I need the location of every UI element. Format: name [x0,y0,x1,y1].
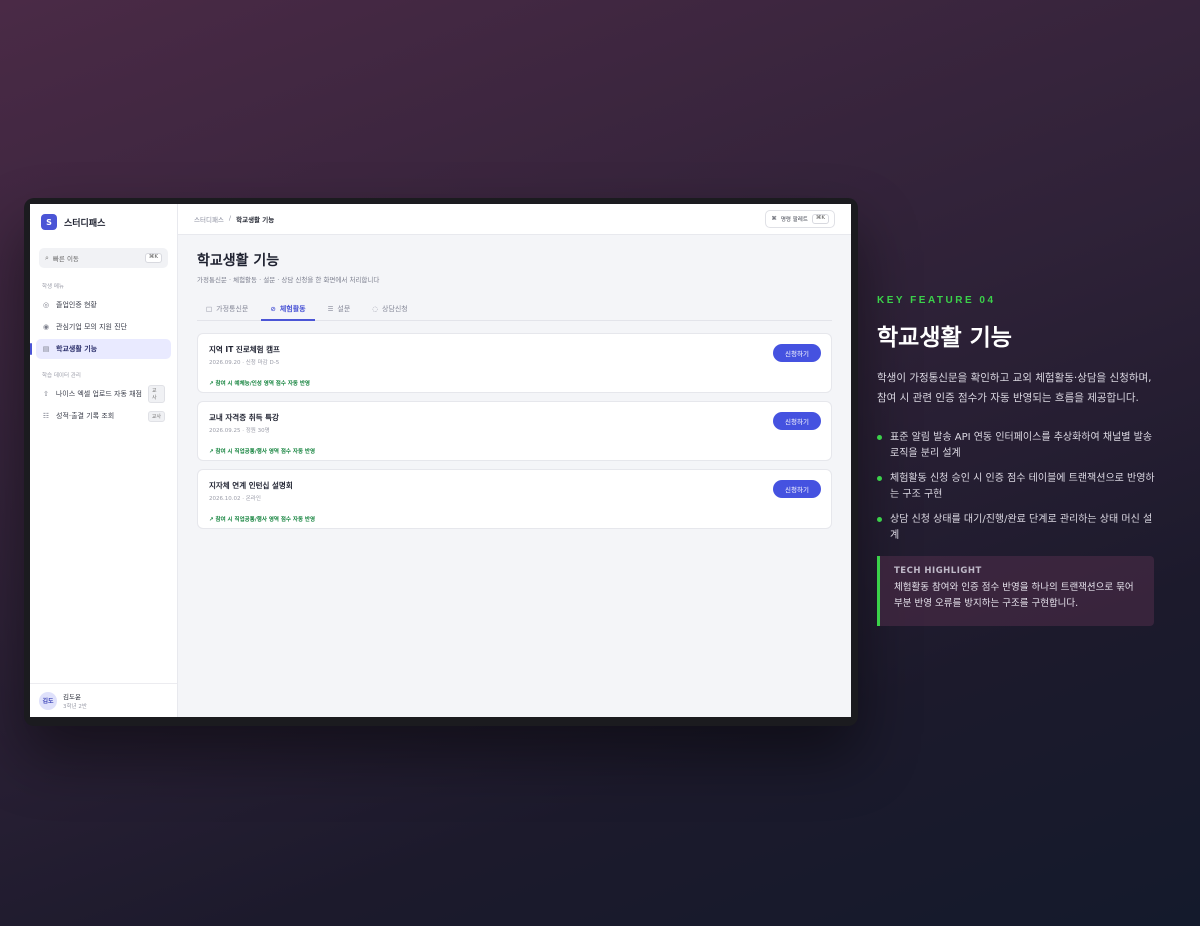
sidebar-item-label: 학교생활 기능 [56,345,98,353]
sidebar-item-neis-upload[interactable]: ⇧ 나이스 엑셀 업로드 자동 채점 교사 [36,384,171,404]
user-profile[interactable]: 김도 김도윤 3학년 2반 [30,683,177,717]
main-panel: 스터디패스 / 학교생활 기능 ⌘ 명령 팔레트 ⌘K 학교생활 기능 가정통신… [178,204,851,717]
tab-counseling[interactable]: ◌ 상담신청 [363,300,416,320]
feature-description: 학생이 가정통신문을 확인하고 교외 체험활동·상담을 신청하며, 참여 시 관… [877,372,1152,404]
avatar: 김도 [39,691,57,710]
sidebar-item-records[interactable]: ☷ 성적·출결 기록 조회 교사 [36,406,171,426]
user-name: 김도윤 [63,693,81,701]
activity-bonus-note: ↗ 참여 시 직업공통/행사 영역 점수 자동 반영 [209,517,316,523]
activity-bonus-note: ↗ 참여 시 직업공통/행사 영역 점수 자동 반영 [209,449,316,455]
check-circle-icon: ⊘ [270,305,276,313]
brand-name: 스터디패스 [64,218,106,229]
feature-bullet: 표준 알림 발송 API 연동 인터페이스를 추상화하여 채널별 발송 로직을 … [877,430,1157,462]
activity-card: 교내 자격증 취득 특강 2026.09.25 · 정원 30명 ↗ 참여 시 … [197,401,832,461]
app-screen: S 스터디패스 ⌕ 빠른 이동 ⌘K 학생 메뉴 ◎ 졸업인증 현황 ◉ 관심기… [30,204,851,717]
sidebar-item-company-diagnosis[interactable]: ◉ 관심기업 모의 지원 진단 [36,317,171,337]
tab-bar: □ 가정통신문 ⊘ 체험활동 ☰ 설문 ◌ 상담신청 [197,300,832,321]
apply-button[interactable]: 신청하기 [773,480,821,498]
teacher-badge: 교사 [148,385,165,403]
activity-title: 지역 IT 진로체험 캠프 [209,345,280,354]
breadcrumb: 스터디패스 / 학교생활 기능 [194,214,274,224]
command-icon: ⌘ [771,216,777,222]
folder-icon: □ [206,305,213,313]
quick-search-placeholder: 빠른 이동 [52,255,79,263]
clipboard-icon: ☷ [42,412,50,420]
breadcrumb-separator: / [228,214,232,222]
activity-card: 지자체 연계 인턴십 설명회 2026.10.02 · 온라인 ↗ 참여 시 직… [197,469,832,529]
topbar: 스터디패스 / 학교생활 기능 ⌘ 명령 팔레트 ⌘K [178,204,851,235]
tech-highlight: TECH HIGHLIGHT 체험활동 참여와 인증 점수 반영을 하나의 트랜… [877,556,1154,626]
page-title: 학교생활 기능 [197,253,280,269]
activity-meta: 2026.09.20 · 신청 마감 D-5 [209,360,280,366]
tab-label: 가정통신문 [216,305,249,313]
sidebar-item-graduation[interactable]: ◎ 졸업인증 현황 [36,295,171,315]
search-icon: ⌕ [45,253,49,262]
laptop-frame: S 스터디패스 ⌕ 빠른 이동 ⌘K 학생 메뉴 ◎ 졸업인증 현황 ◉ 관심기… [24,198,858,726]
breadcrumb-current: 학교생활 기능 [236,216,275,224]
activity-bonus-note: ↗ 참여 시 예체능/인성 영역 점수 자동 반영 [209,381,310,387]
feature-kicker: KEY FEATURE 04 [877,295,996,306]
tech-highlight-body: 체험활동 참여와 인증 점수 반영을 하나의 트랜잭션으로 묶어 부분 반영 오… [894,582,1134,609]
activity-card: 지역 IT 진로체험 캠프 2026.09.20 · 신청 마감 D-5 ↗ 참… [197,333,832,393]
sidebar-section-data: 학습 데이터 관리 [42,373,81,379]
apply-button[interactable]: 신청하기 [773,412,821,430]
feature-bullet: 체험활동 신청 승인 시 인증 점수 테이블에 트랜잭션으로 반영하는 구조 구… [877,471,1157,503]
feature-bullet: 상담 신청 상태를 대기/진행/완료 단계로 관리하는 상태 머신 설계 [877,512,1157,544]
page-content: 학교생활 기능 가정통신문 · 체험활동 · 설문 · 상담 신청을 한 화면에… [178,235,851,529]
page-subtitle: 가정통신문 · 체험활동 · 설문 · 상담 신청을 한 화면에서 처리합니다 [197,276,380,284]
feature-bullets: 표준 알림 발송 API 연동 인터페이스를 추상화하여 채널별 발송 로직을 … [877,430,1167,544]
breadcrumb-root[interactable]: 스터디패스 [194,214,224,224]
sidebar: S 스터디패스 ⌕ 빠른 이동 ⌘K 학생 메뉴 ◎ 졸업인증 현황 ◉ 관심기… [30,204,178,717]
activity-title: 교내 자격증 취득 특강 [209,413,279,422]
feature-title: 학교생활 기능 [877,325,1012,351]
activity-title: 지자체 연계 인턴십 설명회 [209,481,293,490]
feature-panel: KEY FEATURE 04 학교생활 기능 학생이 가정통신문을 확인하고 교… [877,295,1167,626]
tab-label: 상담신청 [381,305,408,313]
tab-newsletter[interactable]: □ 가정통신문 [197,300,257,320]
chat-icon: ◌ [372,305,378,313]
sidebar-item-label: 나이스 엑셀 업로드 자동 채점 [55,390,142,398]
brand-logo: S [41,214,57,230]
quick-search[interactable]: ⌕ 빠른 이동 ⌘K [39,248,168,268]
tab-activities[interactable]: ⊘ 체험활동 [261,300,315,321]
sidebar-item-label: 졸업인증 현황 [56,301,97,309]
command-palette-button[interactable]: ⌘ 명령 팔레트 ⌘K [765,210,835,228]
sidebar-item-school-life[interactable]: ▤ 학교생활 기능 [30,339,171,359]
sidebar-item-label: 성적·출결 기록 조회 [56,412,115,420]
tech-highlight-label: TECH HIGHLIGHT [894,566,982,576]
graduation-icon: ◎ [42,301,50,309]
shortcut-badge: ⌘K [144,253,162,263]
activity-meta: 2026.09.25 · 정원 30명 [209,428,270,434]
calendar-icon: ▤ [42,345,50,353]
target-icon: ◉ [42,323,50,331]
sidebar-section-student: 학생 메뉴 [42,284,64,290]
upload-icon: ⇧ [42,390,49,398]
sidebar-item-label: 관심기업 모의 지원 진단 [56,323,128,331]
document-icon: ☰ [327,305,334,313]
activity-meta: 2026.10.02 · 온라인 [209,496,261,502]
tab-survey[interactable]: ☰ 설문 [319,300,360,320]
brand[interactable]: S 스터디패스 [30,204,177,240]
activity-list: 지역 IT 진로체험 캠프 2026.09.20 · 신청 마감 D-5 ↗ 참… [197,333,832,529]
tab-label: 체험활동 [279,305,306,313]
user-class: 3학년 2반 [63,704,87,710]
teacher-badge: 교사 [147,410,165,422]
command-palette-label: 명령 팔레트 [780,217,808,223]
tab-label: 설문 [337,305,351,313]
apply-button[interactable]: 신청하기 [773,344,821,362]
shortcut-badge: ⌘K [811,214,829,224]
